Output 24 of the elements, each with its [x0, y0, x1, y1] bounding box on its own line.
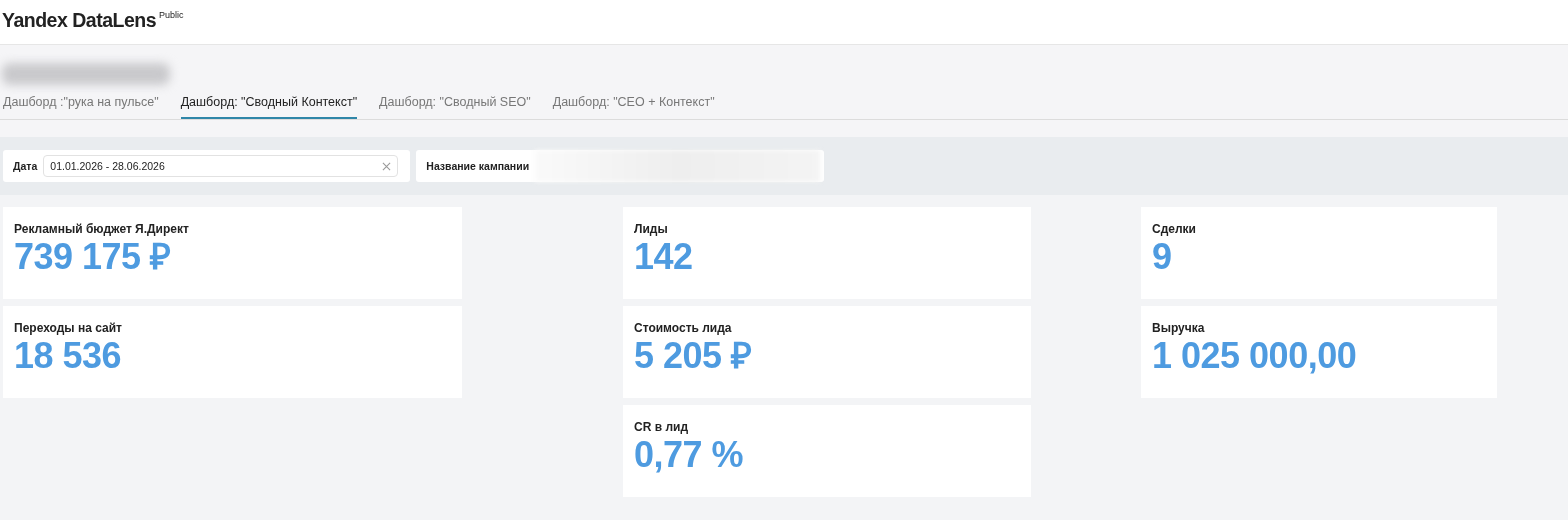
metric-label: Рекламный бюджет Я.Директ — [14, 222, 189, 236]
filter-label: Название кампании — [426, 160, 530, 172]
dashboard-tab[interactable]: Дашборд: "Сводный SEO" — [379, 95, 531, 119]
dashboard-tab[interactable]: Дашборд: "CEO + Контекст" — [552, 95, 715, 119]
public-label: Public — [159, 10, 184, 20]
date-field[interactable]: 01.01.2026 - 28.06.2026 — [43, 155, 399, 177]
metric-value: 739 175 ₽ — [14, 237, 171, 277]
metric-value: 142 — [634, 237, 693, 277]
filter-label: Дата — [13, 160, 38, 172]
metric-value: 0,77 % — [634, 435, 744, 475]
metric-value: 1 025 000,00 — [1152, 336, 1357, 376]
metric-value: 5 205 ₽ — [634, 336, 752, 376]
metric-label: CR в лид — [634, 420, 688, 434]
dashboard-tab[interactable]: Дашборд :"рука на пульсе" — [3, 95, 159, 119]
metric-label: Лиды — [634, 222, 668, 236]
dashboard-tab[interactable]: Дашборд: "Сводный Контекст" — [180, 95, 358, 119]
metric-label: Выручка — [1152, 321, 1205, 335]
metric-label: Стоимость лида — [634, 321, 732, 335]
metric-value: 18 536 — [14, 336, 122, 376]
metric-value: 9 — [1152, 237, 1172, 277]
close-icon[interactable] — [382, 161, 392, 171]
metric-label: Сделки — [1152, 222, 1196, 236]
metric-label: Переходы на сайт — [14, 321, 122, 335]
logo: Yandex DataLens — [2, 9, 156, 32]
